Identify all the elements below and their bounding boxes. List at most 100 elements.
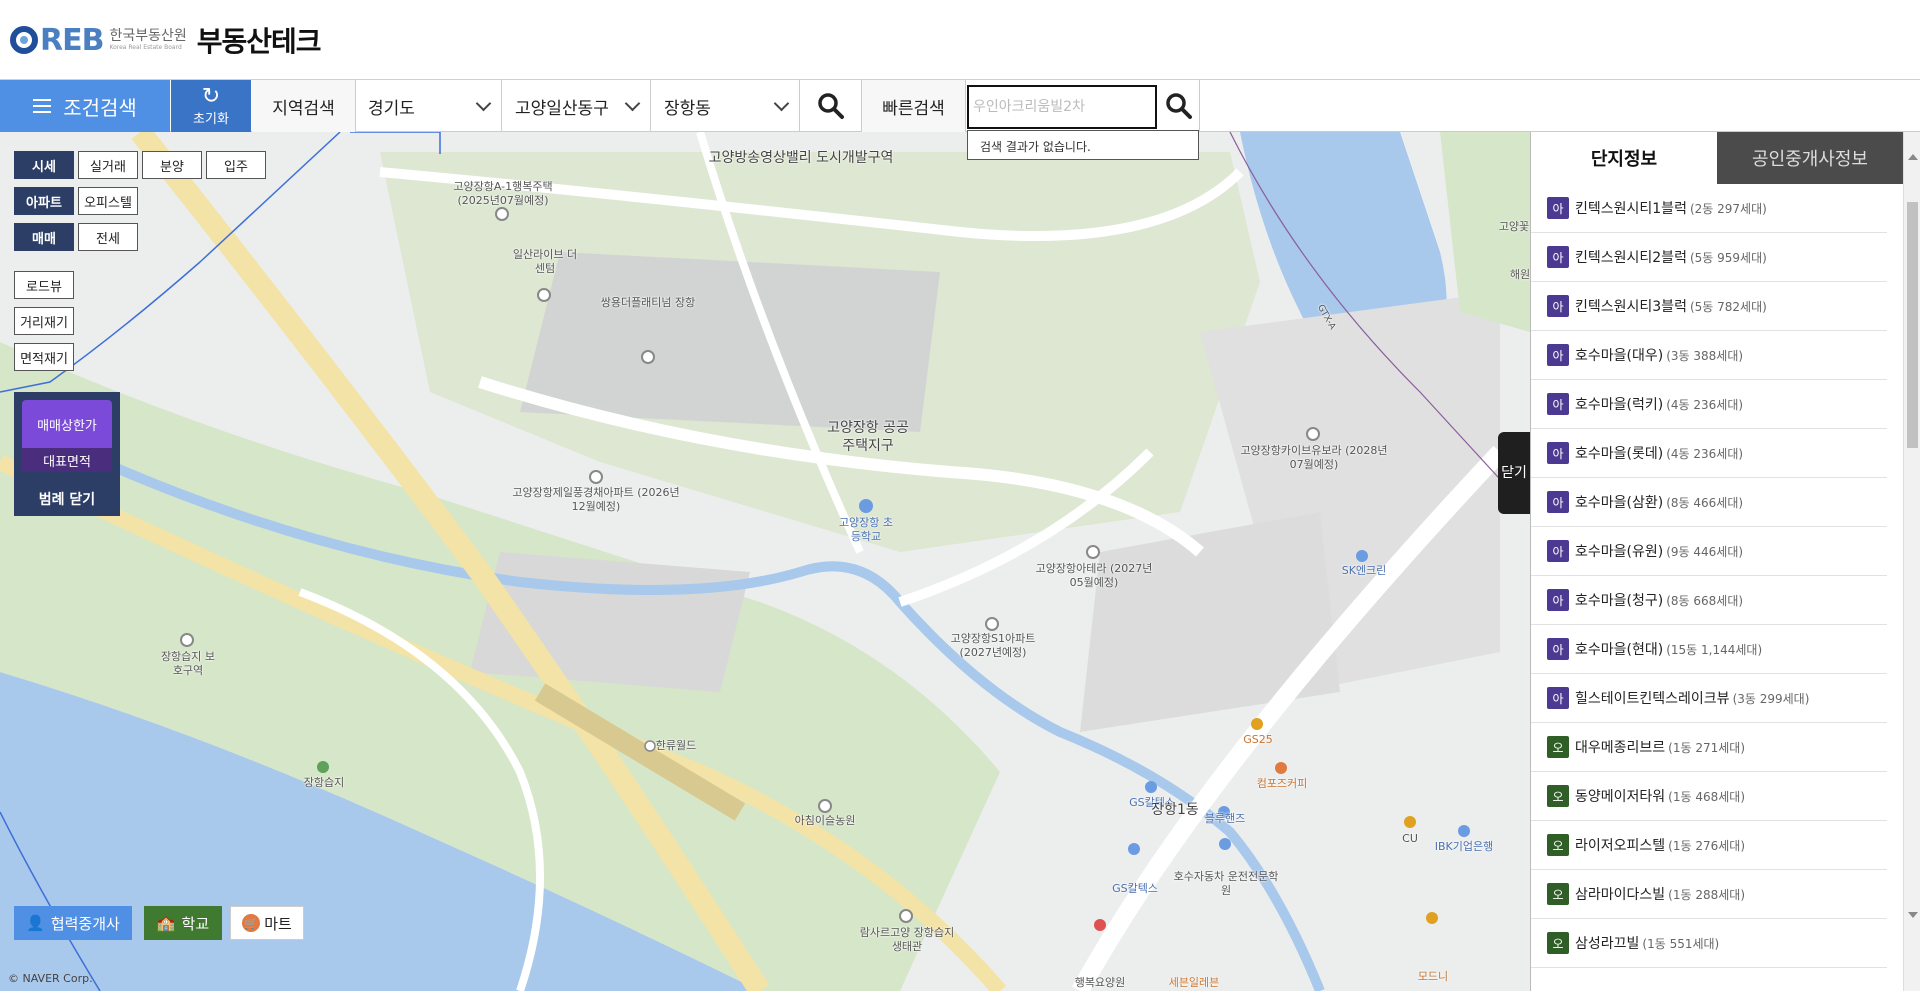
map-label: 해원 [1509,268,1531,281]
list-item[interactable]: 아 킨텍스원시티3블럭 (5동 782세대) [1531,282,1887,331]
list-item[interactable]: 아 킨텍스원시티1블럭 (2동 297세대) [1531,184,1887,233]
filter-officetel-button[interactable]: 오피스텔 [78,187,138,215]
reb-logo-text: REB [40,22,104,58]
mart-button[interactable]: 🛒 마트 [230,906,304,940]
filter-move-in-button[interactable]: 입주 [206,151,266,179]
map-label: 람사르고양 장항습지생태관 [859,926,955,953]
menu-icon [33,95,52,117]
map-copyright: © NAVER Corp. [8,972,93,985]
complex-info: (1동 271세대) [1668,740,1746,755]
complex-name: 대우메종리브르 [1575,740,1666,756]
map-label: 고양장항 초등학교 [838,516,894,543]
tab-complex-info[interactable]: 단지정보 [1531,132,1717,184]
chevron-down-icon [773,95,790,112]
apartment-badge: 아 [1547,540,1569,562]
panel-close-toggle[interactable]: 닫기 [1498,432,1530,514]
complex-info: (2동 297세대) [1689,201,1767,216]
filter-apartment-button[interactable]: 아파트 [14,187,74,215]
quick-search-button[interactable] [1158,80,1200,132]
roadview-button[interactable]: 로드뷰 [14,271,74,299]
map-label: 고양장항S1아파트 (2027년예정) [950,632,1036,659]
logo[interactable]: REB 한국부동산원 Korea Real Estate Board 부동산테크 [10,22,322,58]
filter-presale-button[interactable]: 분양 [142,151,202,179]
province-select[interactable]: 경기도 [356,80,502,132]
map-label: 고양장항아테라 (2027년05월예정) [1035,562,1153,589]
list-item[interactable]: 아 호수마을(롯데) (4동 236세대) [1531,429,1887,478]
header: REB 한국부동산원 Korea Real Estate Board 부동산테크 [0,0,1920,80]
search-icon [817,93,844,119]
filter-jeonse-button[interactable]: 전세 [78,223,138,251]
list-item[interactable]: 오 동양메이저타워 (1동 468세대) [1531,772,1887,821]
school-button[interactable]: 🏫 학교 [144,906,222,940]
scroll-thumb[interactable] [1907,202,1918,448]
complex-name: 호수마을(유원) [1575,544,1664,560]
map-label: GS25 [1243,733,1273,746]
filter-price-button[interactable]: 시세 [14,151,74,179]
map-label: 아침이슬농원 [794,814,856,827]
scroll-up-icon[interactable] [1908,154,1918,160]
list-item[interactable]: 아 호수마을(청구) (8동 668세대) [1531,576,1887,625]
partner-broker-label: 협력중개사 [50,914,120,933]
complex-info: (8동 668세대) [1666,593,1744,608]
officetel-badge: 오 [1547,883,1569,905]
list-item[interactable]: 아 호수마을(럭키) (4동 236세대) [1531,380,1887,429]
district-select[interactable]: 고양일산동구 [503,80,651,132]
complex-info: (4동 236세대) [1666,397,1744,412]
school-icon: 🏫 [156,914,176,932]
map-label: 장항1동 [1151,802,1199,818]
complex-info: (8동 466세대) [1666,495,1744,510]
apartment-badge: 아 [1547,687,1569,709]
filter-sale-button[interactable]: 매매 [14,223,74,251]
logo-org-kr: 한국부동산원 [109,28,187,44]
distance-measure-button[interactable]: 거리재기 [14,307,74,335]
complex-list: 아 킨텍스원시티1블럭 (2동 297세대) 아 킨텍스원시티2블럭 (5동 959세대)… [1531,184,1887,968]
list-item[interactable]: 오 대우메종리브르 (1동 271세대) [1531,723,1887,772]
apartment-badge: 아 [1547,491,1569,513]
list-item[interactable]: 아 호수마을(유원) (9동 446세대) [1531,527,1887,576]
apartment-badge: 아 [1547,246,1569,268]
apartment-badge: 아 [1547,344,1569,366]
list-item[interactable]: 아 호수마을(현대) (15동 1,144세대) [1531,625,1887,674]
complex-info: (4동 236세대) [1666,446,1744,461]
map-label: 고양장항A-1행복주택 (2025년07월예정) [453,180,553,207]
scroll-down-icon[interactable] [1908,912,1918,918]
dong-select[interactable]: 장항동 [652,80,800,132]
map-label: 컴포즈커피 [1256,777,1308,790]
legend-area-label: 대표면적 [22,448,112,472]
quick-search-input[interactable] [967,85,1157,129]
tab-broker-info[interactable]: 공인중개사정보 [1717,132,1903,184]
dong-value: 장항동 [664,98,711,119]
apartment-badge: 아 [1547,638,1569,660]
district-value: 고양일산동구 [515,98,609,119]
partner-broker-button[interactable]: 👤 협력중개사 [14,906,132,940]
quick-search-no-result: 검색 결과가 없습니다. [967,130,1199,160]
apartment-badge: 아 [1547,295,1569,317]
quick-search-label: 빠른검색 [862,80,966,132]
list-item[interactable]: 오 라이저오피스텔 (1동 276세대) [1531,821,1887,870]
area-measure-button[interactable]: 면적재기 [14,343,74,371]
map-label: 호수자동차 운전전문학원 [1173,870,1279,897]
list-item[interactable]: 아 호수마을(대우) (3동 388세대) [1531,331,1887,380]
map-label: 일산라이브 더센텀 [512,248,578,275]
list-item[interactable]: 아 킨텍스원시티2블럭 (5동 959세대) [1531,233,1887,282]
apartment-badge: 아 [1547,442,1569,464]
map-label: 장항습지 보호구역 [160,650,216,677]
list-item[interactable]: 오 삼성라끄빌 (1동 551세대) [1531,919,1887,968]
complex-info: (9동 446세대) [1666,544,1744,559]
region-search-button[interactable] [800,80,862,132]
condition-search-button[interactable]: 조건검색 [0,80,170,132]
cart-icon: 🛒 [242,914,261,932]
complex-name: 호수마을(삼환) [1575,495,1664,511]
reb-logo-icon [10,26,38,54]
list-item[interactable]: 오 삼라마이다스빌 (1동 288세대) [1531,870,1887,919]
panel-scrollbar[interactable] [1903,132,1920,991]
legend-close-button[interactable]: 범례 닫기 [14,482,120,516]
complex-info: (3동 299세대) [1732,691,1810,706]
reset-button[interactable]: ↻ 초기화 [171,80,251,132]
list-item[interactable]: 아 힐스테이트킨텍스레이크뷰 (3동 299세대) [1531,674,1887,723]
apartment-badge: 아 [1547,393,1569,415]
filter-actual-trade-button[interactable]: 실거래 [78,151,138,179]
list-item[interactable]: 아 호수마을(삼환) (8동 466세대) [1531,478,1887,527]
complex-info: (1동 468세대) [1668,789,1746,804]
search-icon [1165,93,1192,119]
